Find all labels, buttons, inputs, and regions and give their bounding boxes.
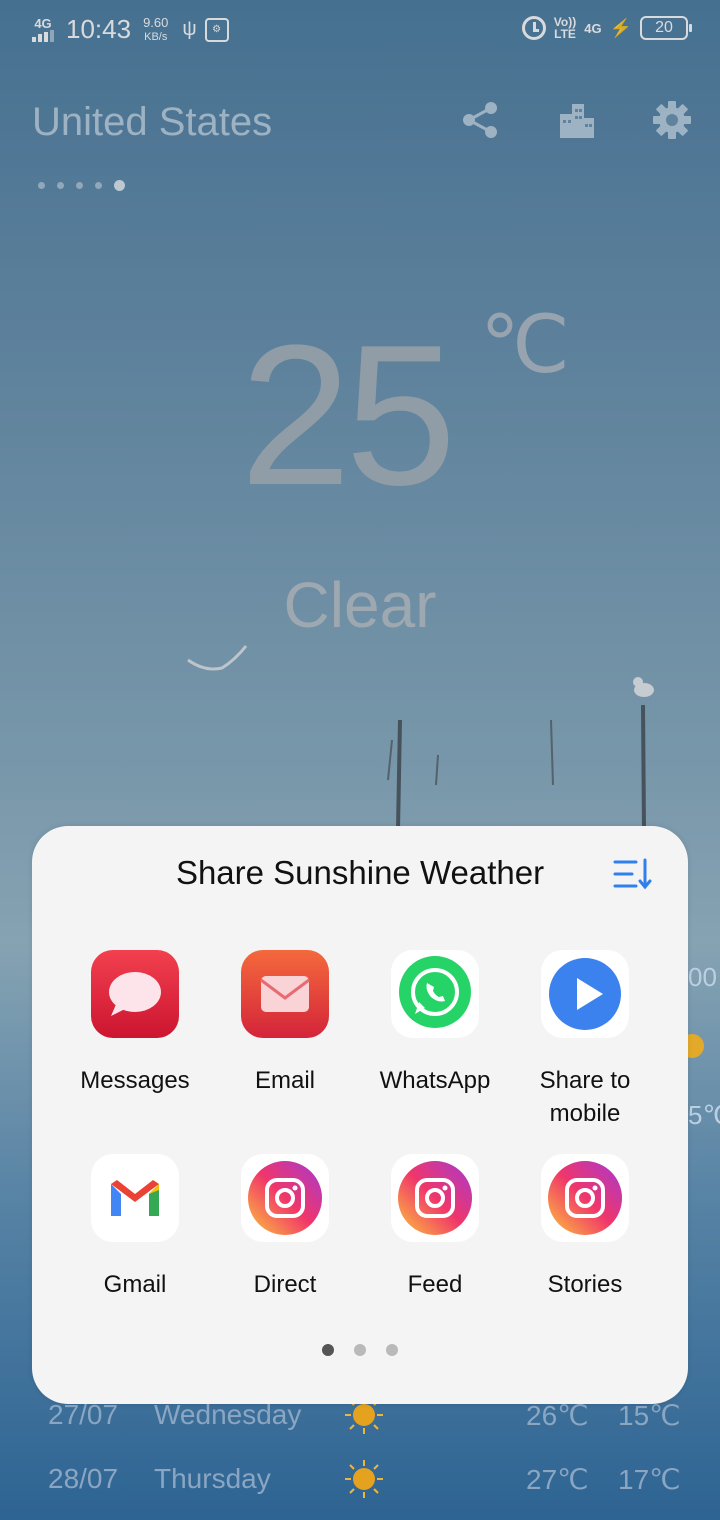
share-target-instagram-stories[interactable]: Stories: [510, 1154, 660, 1301]
forecast-row[interactable]: 28/07 Thursday 27℃ 17℃: [48, 1454, 688, 1504]
forecast-low: 17℃: [618, 1463, 681, 1495]
pager-dot[interactable]: [354, 1344, 366, 1356]
gmail-icon: [91, 1154, 179, 1242]
app-label: Stories: [547, 1271, 623, 1298]
background-peek-text: 5℃: [688, 1100, 720, 1130]
app-label: Messages: [80, 1067, 190, 1094]
share-target-messages[interactable]: Messages: [60, 950, 210, 1097]
app-label: Feed: [407, 1271, 463, 1298]
share-page-indicator: [32, 1344, 688, 1356]
instagram-icon: [391, 1154, 479, 1242]
share-target-email[interactable]: Email: [210, 950, 360, 1097]
share-target-share-to-mobile[interactable]: Share to mobile: [510, 950, 660, 1130]
pager-dot[interactable]: [386, 1344, 398, 1356]
share-target-whatsapp[interactable]: WhatsApp: [360, 950, 510, 1097]
app-label: Email: [254, 1067, 315, 1094]
share-sheet: Share Sunshine Weather Messages Email Wh…: [32, 826, 688, 1404]
share-target-instagram-direct[interactable]: Direct: [210, 1154, 360, 1301]
pager-dot-active[interactable]: [322, 1344, 334, 1356]
share-sheet-title: Share Sunshine Weather: [175, 854, 545, 891]
app-label: Direct: [253, 1271, 317, 1298]
share-to-mobile-icon: [541, 950, 629, 1038]
share-target-instagram-feed[interactable]: Feed: [360, 1154, 510, 1301]
email-icon: [241, 950, 329, 1038]
sun-icon: [345, 1460, 383, 1498]
forecast-date: 28/07: [48, 1463, 119, 1494]
messages-icon: [91, 950, 179, 1038]
forecast-day: Thursday: [154, 1463, 271, 1494]
instagram-icon: [241, 1154, 329, 1242]
app-label: WhatsApp: [379, 1067, 491, 1094]
whatsapp-icon: [391, 950, 479, 1038]
app-label: Share to mobile: [539, 1067, 631, 1127]
app-label: Gmail: [103, 1271, 167, 1298]
instagram-icon: [541, 1154, 629, 1242]
forecast-high: 27℃: [526, 1463, 589, 1495]
sort-icon[interactable]: [612, 856, 652, 892]
background-peek-text: 00: [688, 962, 717, 992]
share-target-gmail[interactable]: Gmail: [60, 1154, 210, 1301]
